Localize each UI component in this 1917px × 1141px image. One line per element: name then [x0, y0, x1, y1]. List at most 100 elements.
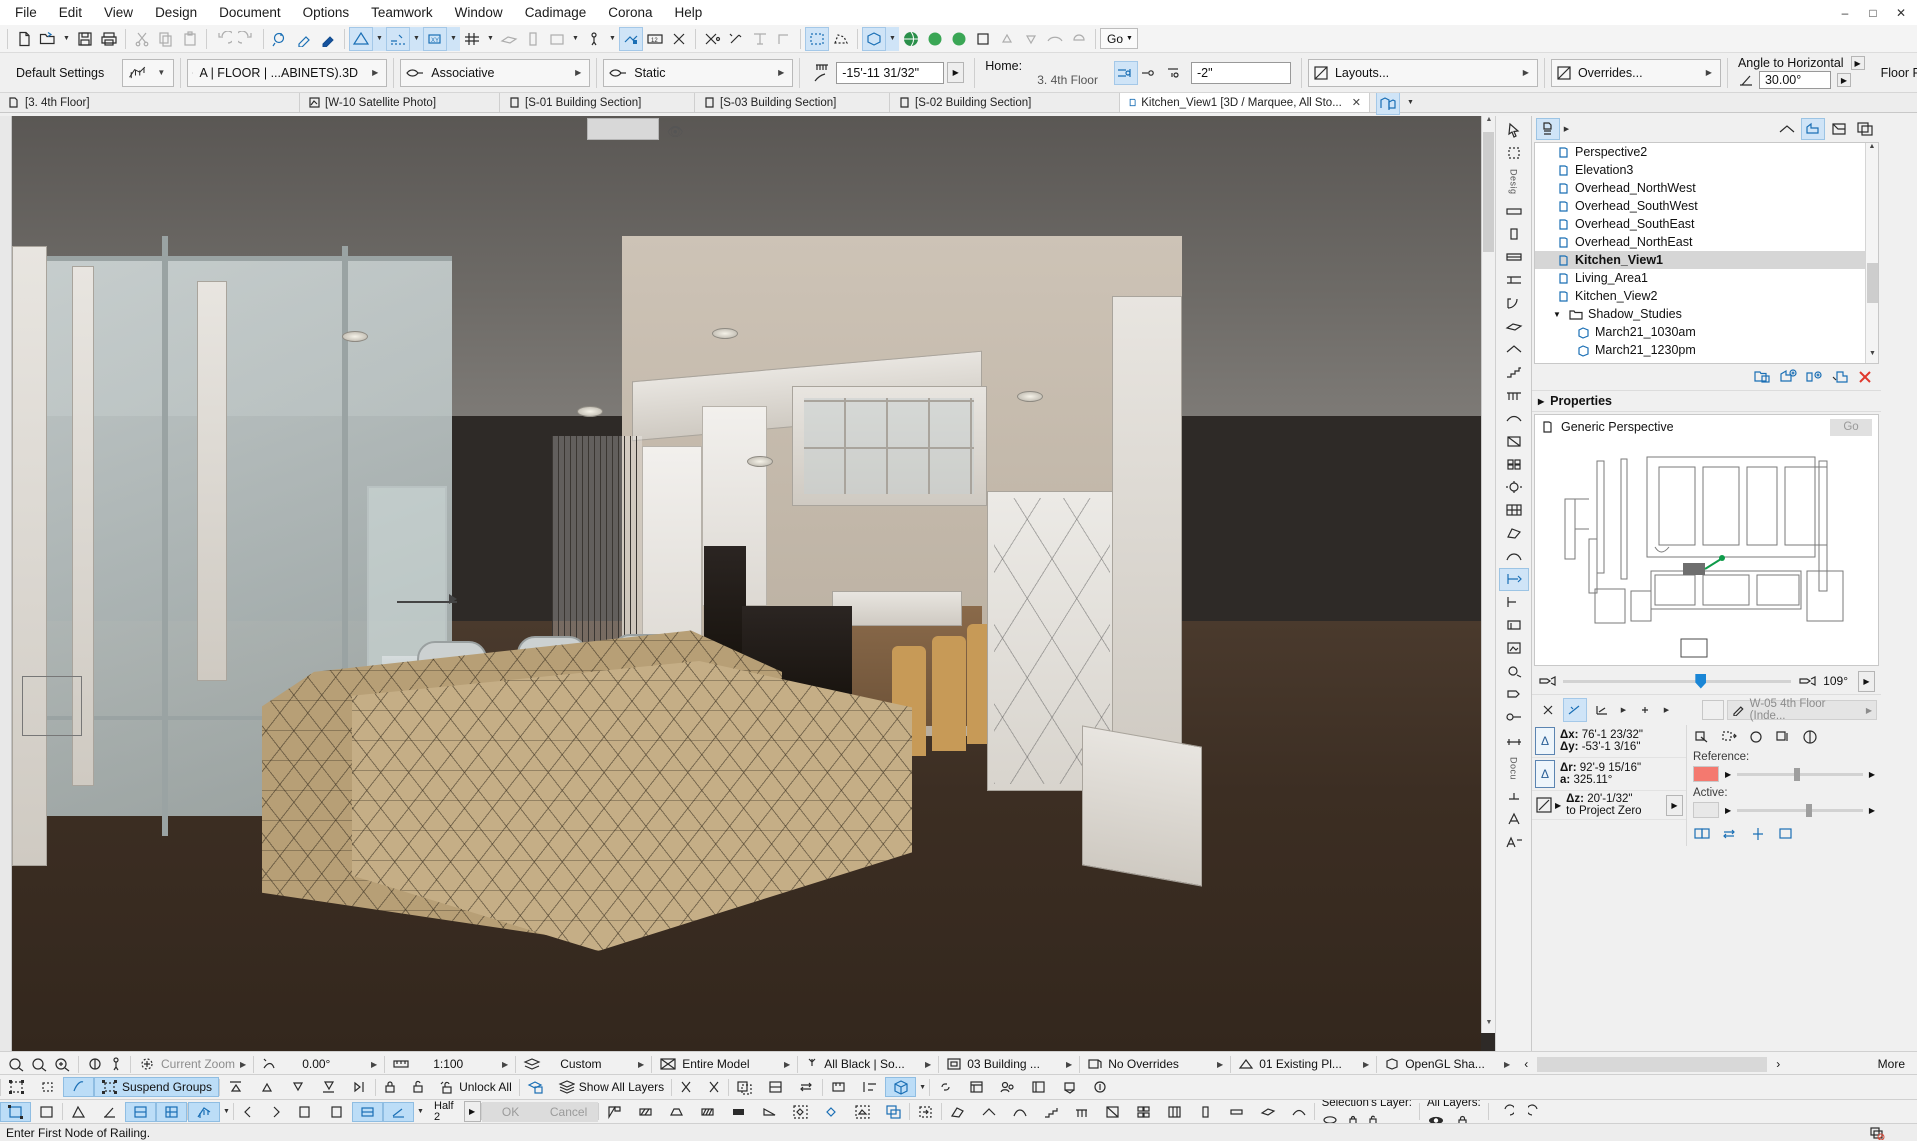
elevation-stepper[interactable]: ▶ [947, 62, 964, 83]
paste-node-icon[interactable] [321, 1102, 352, 1122]
tracker-z-row[interactable]: ▶ Δz: 20'-1/32" to Project Zero ▶ [1532, 791, 1686, 820]
beam-tool-icon[interactable] [1499, 246, 1529, 269]
navigator-selector-icon[interactable] [1536, 118, 1560, 140]
project-map-icon[interactable] [1775, 118, 1799, 140]
chevron-right-icon[interactable]: ▶ [1504, 1060, 1510, 1069]
marquee-icon[interactable] [672, 1077, 700, 1097]
publisher-sets-icon[interactable] [1853, 118, 1877, 140]
edit-group-icon[interactable] [63, 1077, 94, 1097]
navigator-item-elevation3[interactable]: Elevation3 [1535, 161, 1878, 179]
tracker-input-icon[interactable] [1563, 698, 1587, 722]
fill-hatch3-icon[interactable] [723, 1102, 754, 1122]
tab-satellite-photo[interactable]: [W-10 Satellite Photo] [300, 93, 500, 112]
marquee-rect-icon[interactable] [805, 27, 829, 51]
copy-icon[interactable] [154, 27, 178, 51]
copy-node-icon[interactable] [290, 1102, 321, 1122]
selected-element-field[interactable]: W-05 4th Floor (Inde... ▶ [1727, 700, 1877, 720]
roof-tool-icon[interactable] [1499, 338, 1529, 361]
rotate-node-icon[interactable] [1747, 729, 1765, 745]
bring-forward-icon[interactable] [251, 1077, 282, 1097]
show-all-layers-button[interactable]: Show All Layers [551, 1077, 671, 1097]
zone-edit-icon[interactable] [1097, 1102, 1128, 1122]
print-icon[interactable] [97, 27, 121, 51]
scale-item[interactable]: 1:100 ▶ [385, 1057, 515, 1071]
camera-tool-icon[interactable] [1499, 683, 1529, 706]
navigator-item-overhead-northwest[interactable]: Overhead_NorthWest [1535, 179, 1878, 197]
worksheet-tool-icon[interactable] [1499, 637, 1529, 660]
menu-item-cadimage[interactable]: Cadimage [514, 2, 598, 23]
viewport-eye-icon[interactable]: 👁 [667, 124, 684, 140]
chevron-right-icon[interactable]: ▶ [1866, 706, 1872, 715]
settings-view-icon[interactable] [1831, 369, 1849, 385]
3d-view-dropdown-icon[interactable]: ▼ [886, 27, 899, 51]
status-hscroll[interactable] [1537, 1057, 1767, 1072]
menu-item-window[interactable]: Window [444, 2, 514, 23]
slider-thumb[interactable] [1806, 804, 1812, 817]
undo-action-icon[interactable] [1489, 1102, 1521, 1122]
home-story-value[interactable]: 3. 4th Floor [985, 73, 1098, 87]
chevron-right-icon[interactable]: ▶ [1869, 806, 1875, 815]
lamp-tool-icon[interactable] [1499, 476, 1529, 499]
interact-icon[interactable] [1085, 1077, 1116, 1097]
elevation-tool-icon[interactable] [1499, 591, 1529, 614]
reference-color-swatch[interactable] [1693, 766, 1719, 782]
mesh-edit-icon[interactable] [1283, 1102, 1314, 1122]
person-walk-icon[interactable] [582, 27, 606, 51]
reference-slider[interactable] [1737, 773, 1863, 776]
elevate-elements-icon[interactable] [619, 27, 643, 51]
snap-point-icon[interactable] [1633, 698, 1657, 722]
suspend-groups-button[interactable]: Suspend Groups [94, 1077, 219, 1097]
layout-book-icon[interactable] [1827, 118, 1851, 140]
scroll-up-icon[interactable]: ▲ [1482, 116, 1495, 130]
column-tool-icon[interactable] [1499, 223, 1529, 246]
chevron-right-icon[interactable]: ▶ [784, 1060, 790, 1069]
open-file-dropdown-icon[interactable]: ▼ [60, 27, 73, 51]
more-button[interactable]: More [1870, 1054, 1913, 1074]
eye-icon[interactable] [1427, 1115, 1445, 1124]
navigator-item-living-area1[interactable]: Living_Area1 [1535, 269, 1878, 287]
redo-action-icon[interactable] [1521, 1102, 1553, 1122]
node-marker-icon[interactable] [816, 1102, 847, 1122]
interior-elevation-tool-icon[interactable] [1499, 614, 1529, 637]
active-color-swatch[interactable] [1693, 802, 1719, 818]
unlock-icon[interactable] [404, 1077, 432, 1097]
relative-coords-icon[interactable] [1590, 698, 1614, 722]
measure-area-icon[interactable] [823, 1077, 854, 1097]
scroll-down-icon[interactable]: ▼ [1482, 1019, 1495, 1033]
marquee-tool-icon[interactable] [1499, 141, 1529, 164]
menu-item-document[interactable]: Document [208, 2, 292, 23]
partial-structure-item[interactable]: Entire Model ▶ [652, 1057, 797, 1071]
person-dropdown-icon[interactable]: ▼ [606, 27, 619, 51]
layouts-button[interactable]: Layouts... ▶ [1308, 59, 1538, 87]
navigator-item-kitchen-view1[interactable]: Kitchen_View1 [1535, 251, 1878, 269]
group-icon[interactable] [1, 1077, 32, 1097]
cancel-button[interactable]: Cancel [540, 1102, 598, 1122]
fill-hatch1-icon[interactable] [630, 1102, 661, 1122]
grid-snap-option-icon[interactable] [156, 1102, 187, 1122]
reserve-icon[interactable] [1023, 1077, 1054, 1097]
chevron-right-icon[interactable]: ▶ [925, 1060, 931, 1069]
paste-icon[interactable] [178, 27, 202, 51]
chevron-right-icon[interactable]: ▶ [638, 1060, 644, 1069]
fill-trapezoid-icon[interactable] [661, 1102, 692, 1122]
zoom-marquee-icon[interactable] [268, 27, 292, 51]
shell-edit-icon[interactable] [1004, 1102, 1035, 1122]
floor-plan-preview[interactable] [1535, 439, 1879, 665]
active-tool-icon[interactable] [188, 1102, 220, 1122]
roof-edit-icon[interactable] [973, 1102, 1004, 1122]
pen-set-item[interactable]: All Black | So... ▶ [798, 1057, 938, 1071]
zoom-in-icon[interactable] [53, 1056, 71, 1072]
model-view-item[interactable]: 03 Building ... ▶ [939, 1057, 1079, 1071]
surface-dropdown-icon[interactable]: ▼ [569, 27, 582, 51]
angle-stepper[interactable]: ▶ [1837, 73, 1851, 87]
3d-render-scene[interactable]: 👁 [12, 116, 1481, 1051]
grid-tool-icon[interactable] [1499, 706, 1529, 729]
chevron-right-icon[interactable]: ▶ [1066, 1060, 1072, 1069]
move-node-icon[interactable] [1720, 729, 1738, 745]
tracker-polar-row[interactable]: Δ Δr: 92'-9 15/16" a: 325.11° [1532, 758, 1686, 791]
text-tool-icon[interactable] [1499, 808, 1529, 831]
angle-input[interactable]: 30.00° [1759, 71, 1831, 89]
beam-edit-icon[interactable] [1221, 1102, 1252, 1122]
chevron-right-icon[interactable]: ▶ [567, 68, 585, 77]
curtain-edit-icon[interactable] [1159, 1102, 1190, 1122]
